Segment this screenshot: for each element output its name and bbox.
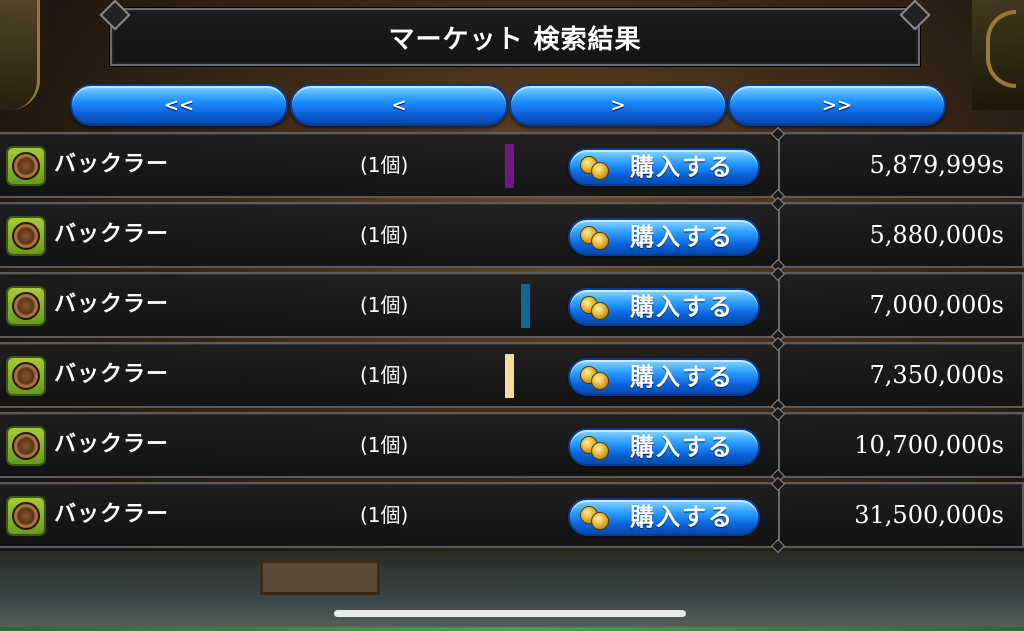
column-divider — [778, 484, 780, 546]
item-quantity: (1個) — [360, 363, 409, 387]
item-name: バックラー — [54, 432, 170, 457]
market-listing-row: バックラー (1個) 購入する 7,350,000s — [0, 342, 1024, 408]
coin-icon — [580, 436, 610, 460]
bottom-strip — [0, 627, 1024, 631]
shield-icon — [12, 502, 40, 530]
item-name: バックラー — [54, 362, 170, 387]
item-name: バックラー — [54, 152, 170, 177]
item-quantity: (1個) — [360, 293, 409, 317]
market-listing-row: バックラー (1個) 購入する 7,000,000s — [0, 272, 1024, 338]
buy-button-label: 購入する — [630, 433, 734, 461]
buckler-shield-icon — [6, 356, 46, 396]
column-divider — [778, 274, 780, 336]
color-tag-marker — [505, 354, 514, 398]
item-price: 5,879,999s — [869, 151, 1004, 179]
pagination-nav: << < > >> — [70, 84, 946, 126]
background-ornament-left — [0, 0, 40, 110]
buckler-shield-icon — [6, 286, 46, 326]
item-name: バックラー — [54, 222, 170, 247]
column-divider — [778, 204, 780, 266]
item-quantity: (1個) — [360, 153, 409, 177]
background-floor — [0, 551, 1024, 631]
buy-button[interactable]: 購入する — [568, 428, 760, 466]
buckler-shield-icon — [6, 146, 46, 186]
item-price: 7,350,000s — [869, 361, 1004, 389]
item-quantity: (1個) — [360, 503, 409, 527]
coin-icon — [580, 506, 610, 530]
market-listing-row: バックラー (1個) 購入する 5,880,000s — [0, 202, 1024, 268]
market-listing-row: バックラー (1個) 購入する 5,879,999s — [0, 132, 1024, 198]
column-divider — [778, 414, 780, 476]
buckler-shield-icon — [6, 216, 46, 256]
item-price: 5,880,000s — [869, 221, 1004, 249]
item-name: バックラー — [54, 502, 170, 527]
item-price: 31,500,000s — [854, 501, 1004, 529]
buy-button[interactable]: 購入する — [568, 498, 760, 536]
background-ornament-right — [972, 0, 1024, 110]
coin-icon — [580, 226, 610, 250]
shield-icon — [12, 432, 40, 460]
last-page-button[interactable]: >> — [728, 84, 946, 126]
buy-button[interactable]: 購入する — [568, 358, 760, 396]
market-result-list: バックラー (1個) 購入する 5,879,999s バックラー (1個) 購入する 5,88… — [0, 132, 1024, 556]
first-page-button[interactable]: << — [70, 84, 288, 126]
prev-page-button[interactable]: < — [290, 84, 508, 126]
buy-button[interactable]: 購入する — [568, 288, 760, 326]
coin-icon — [580, 156, 610, 180]
column-divider — [778, 344, 780, 406]
color-tag-marker — [505, 144, 514, 188]
shield-icon — [12, 362, 40, 390]
item-price: 10,700,000s — [854, 431, 1004, 459]
item-quantity: (1個) — [360, 223, 409, 247]
buy-button[interactable]: 購入する — [568, 148, 760, 186]
shield-icon — [12, 222, 40, 250]
buckler-shield-icon — [6, 496, 46, 536]
coin-icon — [580, 296, 610, 320]
shield-icon — [12, 292, 40, 320]
background-sign — [260, 560, 380, 595]
buy-button-label: 購入する — [630, 153, 734, 181]
item-name: バックラー — [54, 292, 170, 317]
buy-button-label: 購入する — [630, 293, 734, 321]
market-listing-row: バックラー (1個) 購入する 10,700,000s — [0, 412, 1024, 478]
buy-button-label: 購入する — [630, 363, 734, 391]
item-quantity: (1個) — [360, 433, 409, 457]
buy-button[interactable]: 購入する — [568, 218, 760, 256]
page-title: マーケット 検索結果 — [388, 24, 642, 55]
market-listing-row: バックラー (1個) 購入する 31,500,000s — [0, 482, 1024, 548]
item-price: 7,000,000s — [869, 291, 1004, 319]
home-indicator[interactable] — [334, 610, 686, 617]
shield-icon — [12, 152, 40, 180]
column-divider — [778, 134, 780, 196]
title-bar: マーケット 検索結果 — [110, 8, 920, 66]
buy-button-label: 購入する — [630, 223, 734, 251]
buy-button-label: 購入する — [630, 503, 734, 531]
next-page-button[interactable]: > — [509, 84, 727, 126]
coin-icon — [580, 366, 610, 390]
color-tag-marker — [521, 284, 530, 328]
buckler-shield-icon — [6, 426, 46, 466]
